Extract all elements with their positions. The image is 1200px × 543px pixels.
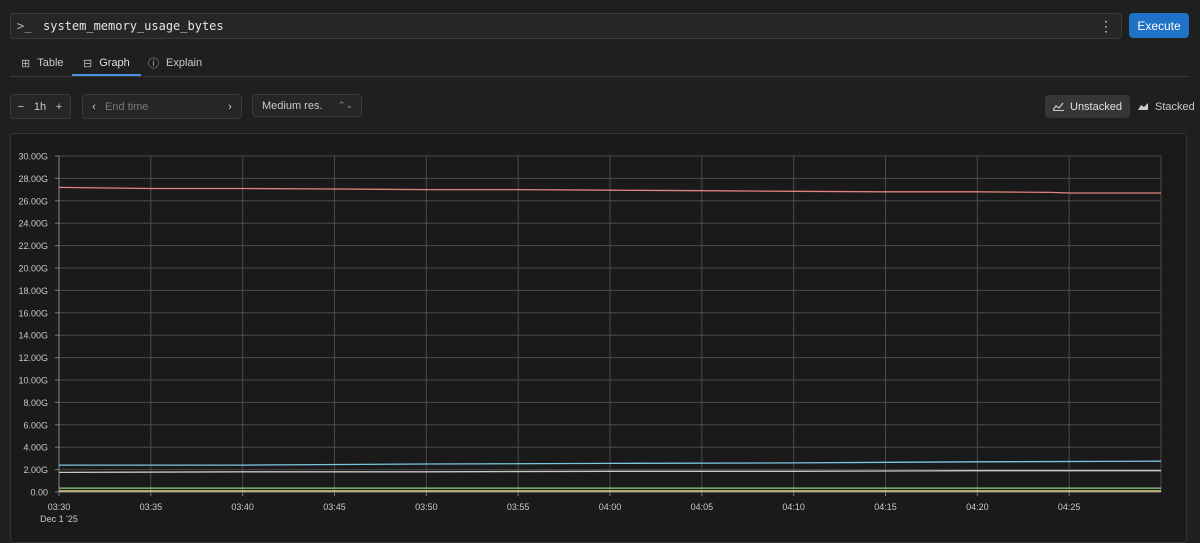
x-tick-label: 03:40 (231, 502, 254, 512)
graph-panel: 0.00 2.00G 4.00G 6.00G 8.00G 10.00G 12.00G 14.0… (10, 133, 1187, 543)
y-tick-label: 16.00G (18, 308, 48, 318)
y-tick-label: 26.00G (18, 196, 48, 206)
y-tick-label: 28.00G (18, 174, 48, 184)
y-tick-label: 8.00G (23, 398, 48, 408)
x-tick-label: 04:05 (691, 502, 714, 512)
y-tick-label: 2.00G (23, 465, 48, 475)
y-tick-label: 10.00G (18, 376, 48, 386)
x-tick-label: 04:10 (782, 502, 805, 512)
x-tick-label: 03:30 (48, 502, 71, 512)
y-tick-label: 0.00 (30, 488, 48, 498)
x-tick-label: 04:20 (966, 502, 989, 512)
x-tick-label: 03:55 (507, 502, 530, 512)
memory-usage-chart[interactable]: 0.00 2.00G 4.00G 6.00G 8.00G 10.00G 12.00G 14.0… (0, 0, 1200, 536)
y-tick-label: 18.00G (18, 286, 48, 296)
y-tick-label: 12.00G (18, 353, 48, 363)
y-tick-label: 4.00G (23, 443, 48, 453)
x-tick-label: 03:50 (415, 502, 438, 512)
y-tick-label: 24.00G (18, 219, 48, 229)
y-tick-label: 22.00G (18, 241, 48, 251)
y-tick-label: 30.00G (18, 152, 48, 162)
y-tick-label: 14.00G (18, 331, 48, 341)
x-tick-label: 03:45 (323, 502, 346, 512)
x-tick-label: 04:00 (599, 502, 622, 512)
x-tick-label: 04:15 (874, 502, 897, 512)
y-tick-label: 20.00G (18, 264, 48, 274)
y-tick-label: 6.00G (23, 420, 48, 430)
x-tick-label: 04:25 (1058, 502, 1081, 512)
x-tick-label: 03:35 (140, 502, 163, 512)
x-date-label: Dec 1 '25 (40, 514, 78, 524)
